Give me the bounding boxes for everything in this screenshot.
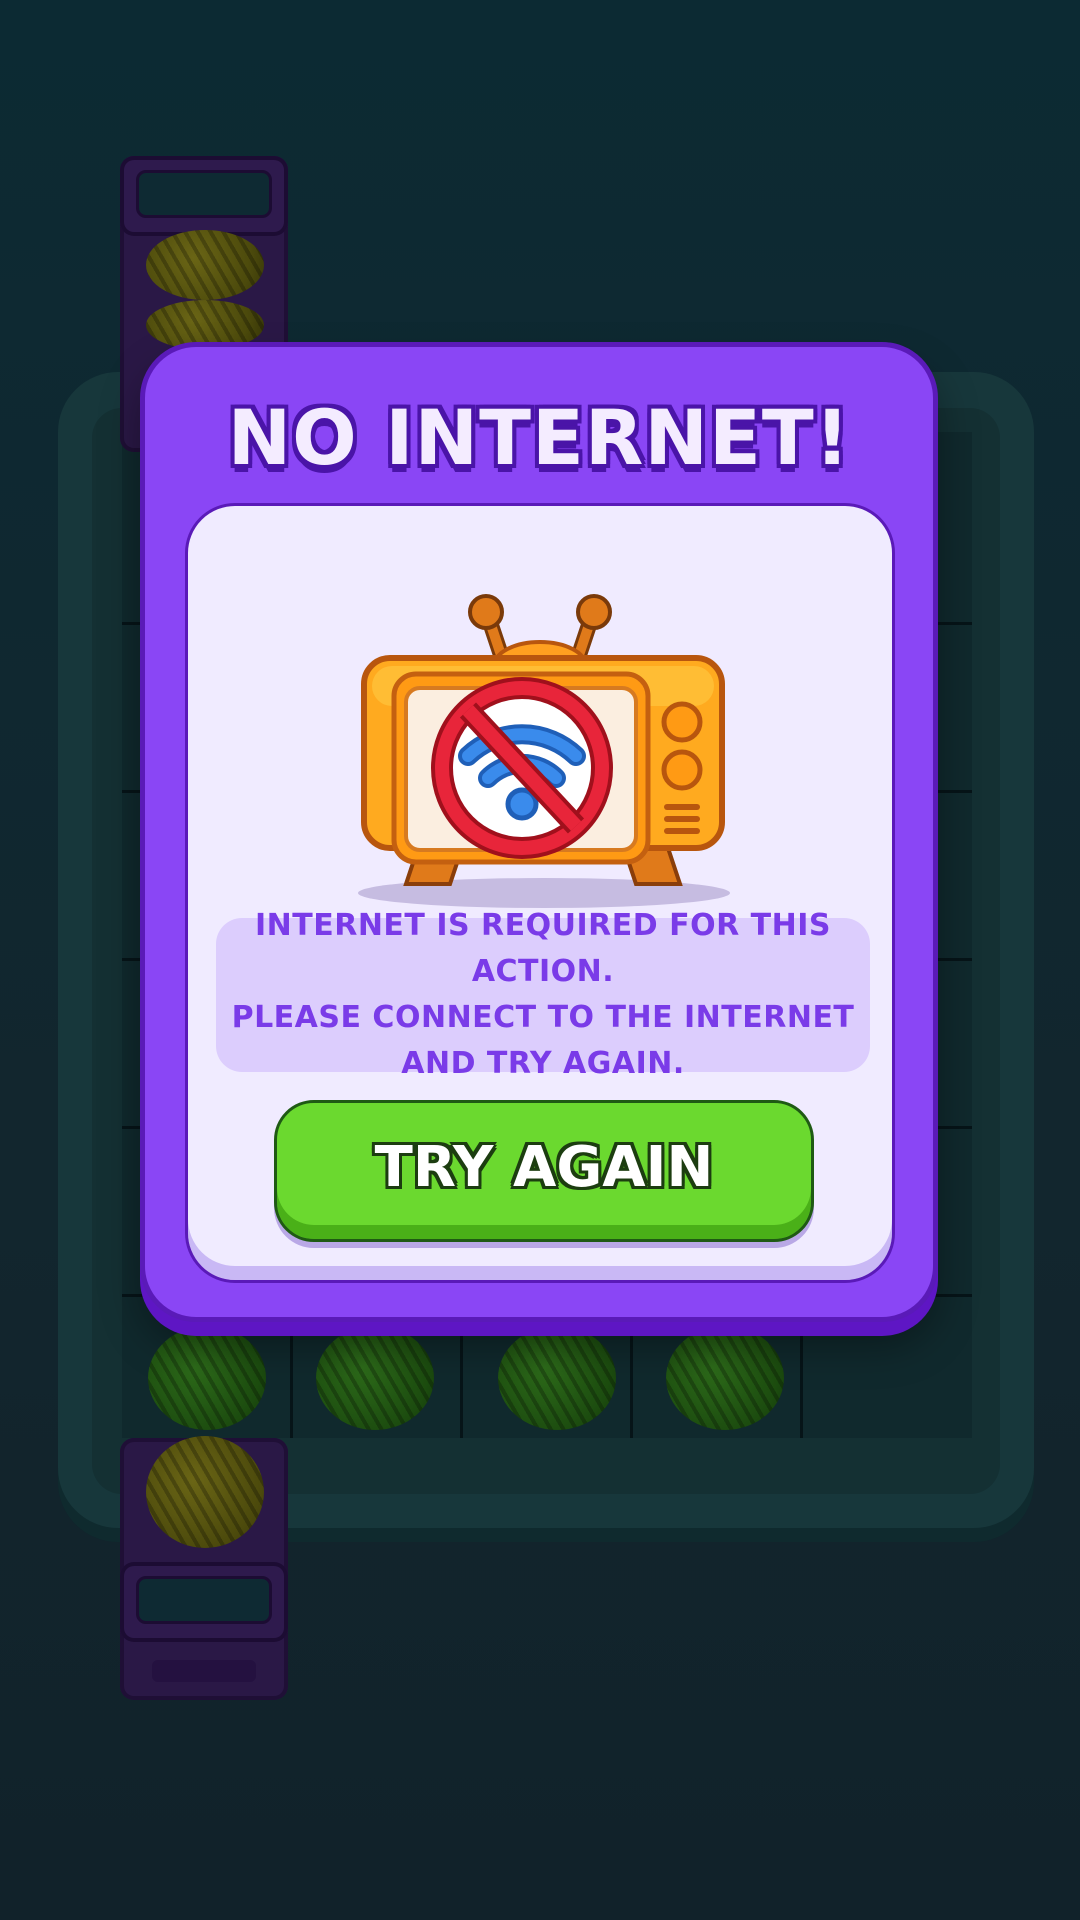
dialog-title: NO INTERNET! xyxy=(227,393,851,482)
tube-cap xyxy=(120,1562,288,1642)
message-line: PLEASE CONNECT TO THE INTERNET xyxy=(231,1000,855,1035)
yarn-ball-yellow xyxy=(146,1436,264,1548)
yarn-ball[interactable] xyxy=(148,1326,266,1430)
retro-tv-icon xyxy=(361,594,725,886)
yarn-ball-yellow xyxy=(146,230,264,300)
message-line: AND TRY AGAIN. xyxy=(401,1046,685,1081)
yarn-ball[interactable] xyxy=(666,1326,784,1430)
try-again-label: TRY AGAIN xyxy=(374,1134,714,1200)
dialog-body: INTERNET IS REQUIRED FOR THIS ACTION. PL… xyxy=(185,503,895,1283)
no-internet-dialog: NO INTERNET! INTERNET IS REQUIRED FOR TH… xyxy=(140,342,938,1322)
yarn-ball[interactable] xyxy=(498,1326,616,1430)
try-again-button[interactable]: TRY AGAIN xyxy=(274,1100,814,1242)
tube-cap xyxy=(120,156,288,236)
message-line: INTERNET IS REQUIRED FOR THIS ACTION. xyxy=(255,908,831,989)
no-wifi-icon xyxy=(431,677,613,859)
yarn-ball[interactable] xyxy=(316,1326,434,1430)
tube-base xyxy=(152,1660,256,1682)
message-box: INTERNET IS REQUIRED FOR THIS ACTION. PL… xyxy=(216,908,870,1081)
